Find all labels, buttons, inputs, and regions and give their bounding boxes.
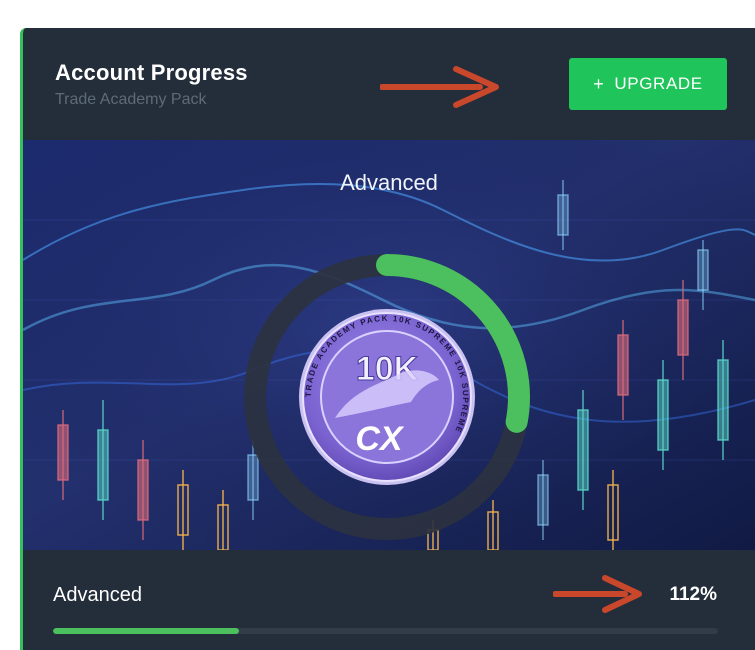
upgrade-button[interactable]: + UPGRADE [569, 58, 727, 110]
card-title: Account Progress [55, 60, 248, 85]
account-progress-card: Account Progress Trade Academy Pack + UP… [20, 28, 755, 650]
level-label: Advanced [53, 584, 142, 606]
plus-icon: + [593, 73, 605, 94]
level-name: Advanced [340, 170, 438, 195]
upgrade-button-label: UPGRADE [614, 74, 703, 93]
progress-bar-track [53, 628, 718, 634]
svg-text:CX: CX [355, 420, 405, 458]
arrow-right-icon [553, 575, 642, 613]
progress-footer: Advanced 112% [23, 550, 755, 650]
arrow-right-icon [380, 66, 499, 108]
trading-chart-background: TRADE ACADEMY PACK 10K SUPREME 10K SUPRE… [23, 140, 755, 550]
card-subtitle: Trade Academy Pack [55, 91, 207, 108]
progress-percent: 112% [669, 584, 717, 605]
card-header: Account Progress Trade Academy Pack + UP… [23, 28, 755, 140]
badge-icon: TRADE ACADEMY PACK 10K SUPREME 10K SUPRE… [299, 309, 475, 485]
progress-hero: TRADE ACADEMY PACK 10K SUPREME 10K SUPRE… [23, 140, 755, 550]
progress-bar-fill [53, 628, 240, 634]
